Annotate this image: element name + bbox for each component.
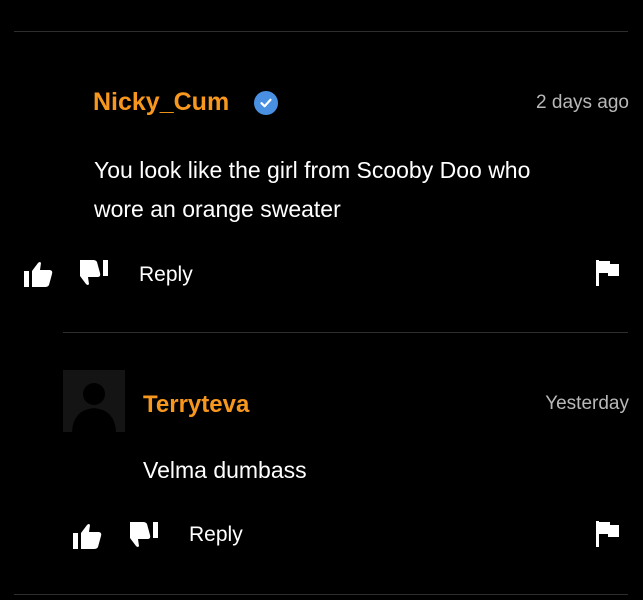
flag-icon[interactable]	[596, 260, 620, 286]
thumbs-down-icon[interactable]	[130, 522, 160, 548]
verified-badge-icon	[254, 91, 278, 115]
thumbs-up-icon[interactable]	[73, 523, 103, 549]
comment-body-line: You look like the girl from Scooby Doo w…	[94, 157, 531, 183]
comment-timestamp: 2 days ago	[536, 92, 629, 113]
thumbs-down-icon[interactable]	[80, 260, 110, 286]
flag-icon[interactable]	[596, 521, 620, 547]
top-divider	[14, 31, 628, 32]
comment-timestamp: Yesterday	[545, 393, 629, 414]
comment-body: You look like the girl from Scooby Doo w…	[94, 151, 624, 229]
reply-divider	[63, 332, 628, 333]
thumbs-up-icon[interactable]	[24, 261, 54, 287]
reply-button[interactable]: Reply	[139, 263, 193, 287]
bottom-divider	[14, 594, 628, 595]
comment-body-line: wore an orange sweater	[94, 196, 341, 222]
default-avatar-icon[interactable]	[63, 370, 125, 432]
comment-body: Velma dumbass	[143, 451, 307, 490]
reply-button[interactable]: Reply	[189, 523, 243, 547]
comment-body-line: Velma dumbass	[143, 457, 307, 483]
comment-username[interactable]: Nicky_Cum	[93, 88, 229, 117]
comment-username[interactable]: Terryteva	[143, 391, 249, 419]
